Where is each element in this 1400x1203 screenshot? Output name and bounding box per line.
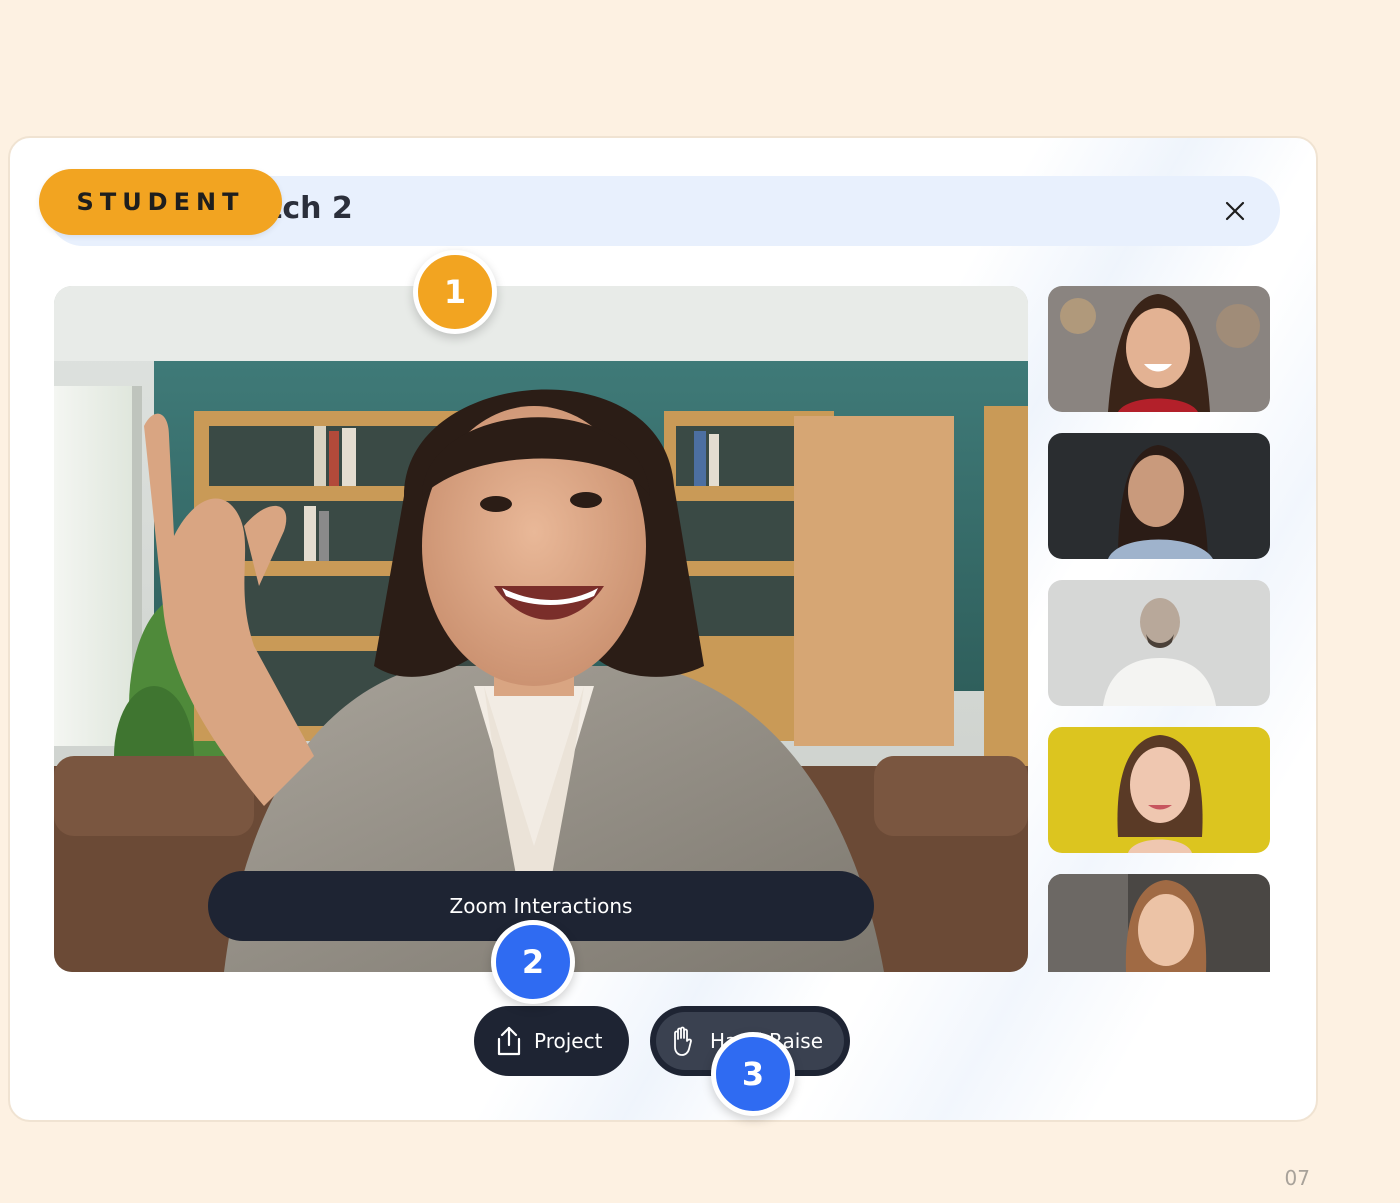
student-badge: STUDENT bbox=[39, 169, 282, 235]
participant-2-image bbox=[1048, 433, 1270, 559]
participant-thumbnail[interactable] bbox=[1048, 433, 1270, 559]
step-marker-3: 3 bbox=[711, 1032, 795, 1116]
page-number: 07 bbox=[1284, 1166, 1310, 1190]
participant-thumbnail[interactable] bbox=[1048, 727, 1270, 853]
project-label: Project bbox=[534, 1029, 603, 1053]
project-button[interactable]: Project bbox=[474, 1006, 629, 1076]
participant-1-image bbox=[1048, 286, 1270, 412]
student-badge-label: STUDENT bbox=[76, 188, 245, 216]
close-icon bbox=[1225, 201, 1245, 221]
main-video-image bbox=[54, 286, 1028, 972]
participant-3-image bbox=[1048, 580, 1270, 706]
step-marker-2: 2 bbox=[491, 920, 575, 1004]
share-upload-icon bbox=[497, 1026, 521, 1056]
participant-thumbnail[interactable] bbox=[1048, 580, 1270, 706]
participant-5-image bbox=[1048, 874, 1270, 972]
hand-icon bbox=[674, 1026, 692, 1056]
participant-thumbnail[interactable] bbox=[1048, 286, 1270, 412]
step-marker-1: 1 bbox=[413, 250, 497, 334]
close-button[interactable] bbox=[1218, 194, 1252, 228]
main-video-feed[interactable]: Zoom Interactions bbox=[54, 286, 1028, 972]
participant-4-image bbox=[1048, 727, 1270, 853]
participant-thumbnail[interactable] bbox=[1048, 874, 1270, 972]
